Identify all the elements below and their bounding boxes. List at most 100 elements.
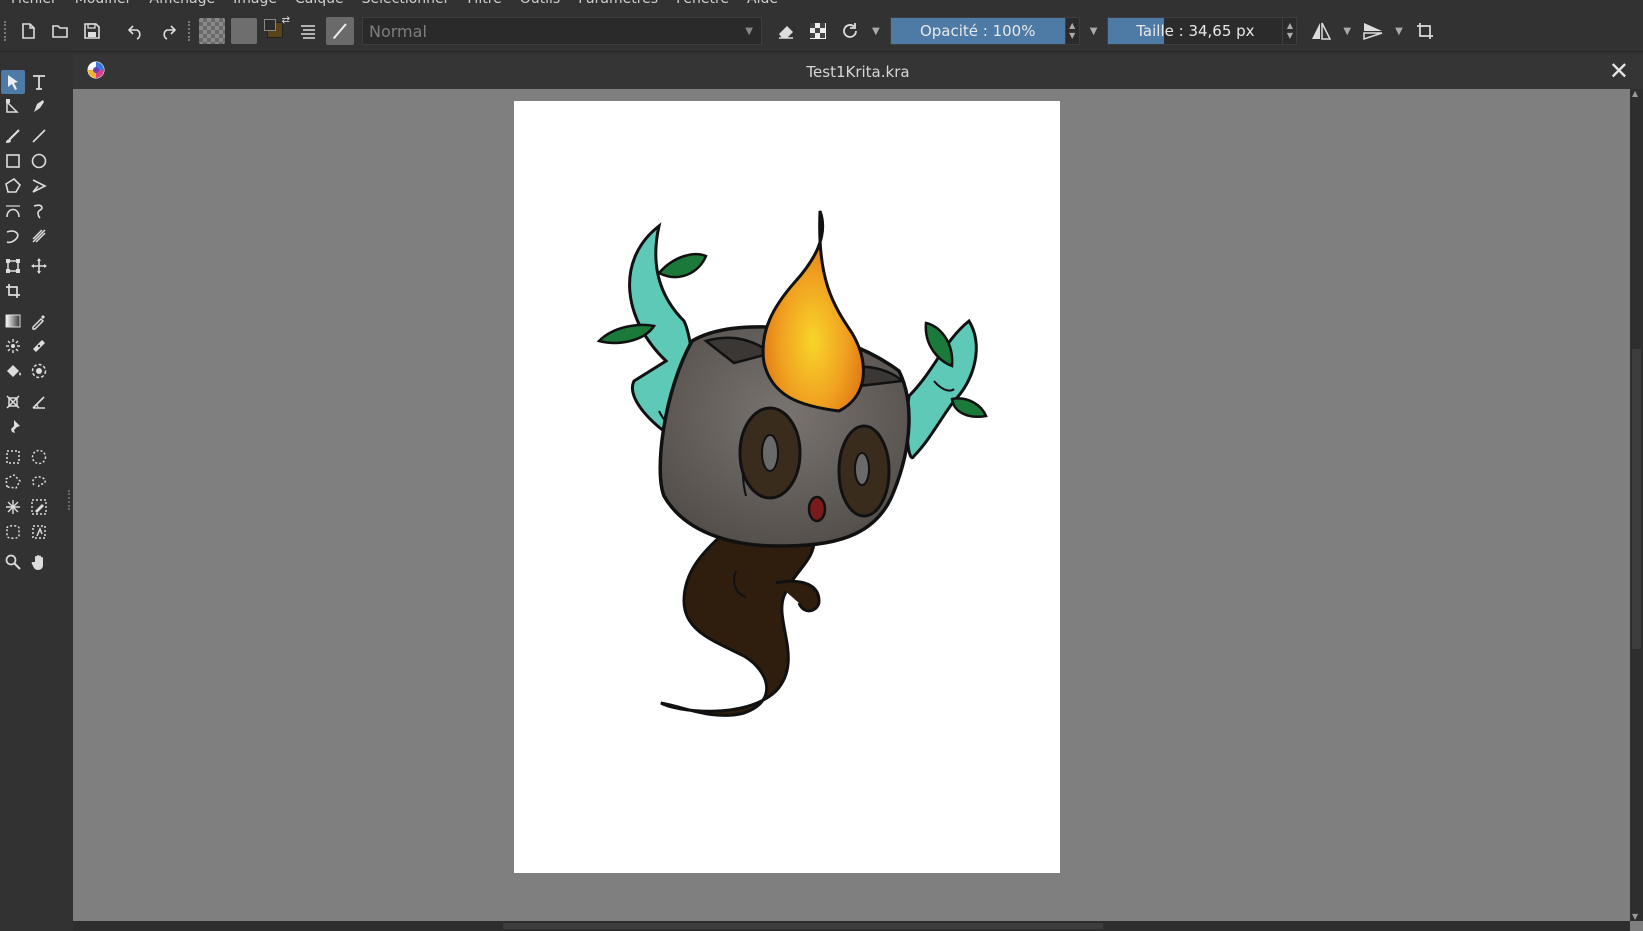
menu-help[interactable]: Aide <box>747 0 778 9</box>
tool-zoom[interactable] <box>1 550 25 574</box>
layer-stack-button[interactable] <box>294 17 322 45</box>
tool-bezier-curve[interactable] <box>1 199 25 223</box>
reload-preset-button[interactable] <box>836 17 864 45</box>
menu-tools[interactable]: Outils <box>520 0 560 9</box>
tool-text[interactable] <box>27 70 51 94</box>
polyline-icon <box>32 179 47 193</box>
vertical-scrollbar-thumb[interactable] <box>1632 349 1641 649</box>
mirror-horizontal-button[interactable] <box>1307 17 1335 45</box>
tool-assistant[interactable] <box>1 390 25 414</box>
tool-polygonal-selection[interactable] <box>1 470 25 494</box>
size-slider[interactable]: Taille : 34,65 px <box>1107 17 1284 45</box>
tool-freehand-brush[interactable] <box>1 124 25 148</box>
tool-smart-patch[interactable] <box>27 334 51 358</box>
canvas-paper[interactable] <box>514 101 1060 873</box>
brush-preset-icon <box>333 23 347 39</box>
tool-rectangle[interactable] <box>1 149 25 173</box>
redo-button[interactable] <box>154 17 182 45</box>
elliptical-selection-icon <box>31 449 47 465</box>
toolbox-splitter[interactable] <box>68 490 71 510</box>
tool-polyline[interactable] <box>27 174 51 198</box>
tool-polygon[interactable] <box>1 174 25 198</box>
vertical-scrollbar[interactable]: ▲ ▼ <box>1630 89 1643 921</box>
tool-enclose-fill[interactable] <box>27 359 51 383</box>
canvas-area[interactable] <box>73 89 1630 921</box>
gradient-swatch-button[interactable] <box>199 18 225 44</box>
tool-transform[interactable] <box>1 254 25 278</box>
toolbar-grip-2[interactable] <box>188 21 192 41</box>
polygonal-selection-icon <box>5 474 21 489</box>
tool-gradient[interactable] <box>1 309 25 333</box>
edit-shapes-icon <box>6 99 19 113</box>
tool-elliptical-selection[interactable] <box>27 445 51 469</box>
menu-window[interactable]: Fenêtre <box>676 0 729 9</box>
new-document-icon <box>22 23 35 39</box>
tool-rectangular-selection[interactable] <box>1 445 25 469</box>
menu-select[interactable]: Sélectionner <box>362 0 450 9</box>
opacity-slider[interactable]: Opacité : 100% <box>889 17 1066 45</box>
tool-crop[interactable] <box>1 279 25 303</box>
chevron-down-icon[interactable]: ▼ <box>1090 26 1098 37</box>
opacity-spin-buttons[interactable]: ▲ ▼ <box>1065 17 1080 45</box>
toolbar-grip[interactable] <box>4 21 8 41</box>
freehand-path-icon <box>33 204 43 219</box>
tool-dynamic-brush[interactable] <box>1 224 25 248</box>
tool-contiguous-selection[interactable] <box>1 495 25 519</box>
tool-move[interactable] <box>27 254 51 278</box>
tool-bezier-selection[interactable] <box>1 520 25 544</box>
multibrush-icon <box>32 229 46 243</box>
tool-reference-pin[interactable] <box>1 415 25 439</box>
pattern-swatch-button[interactable] <box>231 18 257 44</box>
preserve-alpha-button[interactable] <box>804 17 832 45</box>
tool-freehand-path[interactable] <box>27 199 51 223</box>
tool-ellipse[interactable] <box>27 149 51 173</box>
menu-settings[interactable]: Paramètres <box>578 0 658 9</box>
size-label: Taille : 34,65 px <box>1136 22 1255 40</box>
tool-calligraphy[interactable] <box>27 94 51 118</box>
horizontal-scrollbar[interactable] <box>73 921 1630 931</box>
tool-multibrush[interactable] <box>27 224 51 248</box>
mirror-vertical-button[interactable] <box>1359 17 1387 45</box>
new-document-button[interactable] <box>14 17 42 45</box>
tool-fill[interactable] <box>1 359 25 383</box>
menu-view[interactable]: Affichage <box>149 0 215 9</box>
tool-color-sampler[interactable] <box>27 309 51 333</box>
color-selector-button[interactable]: ⇄ <box>262 15 290 45</box>
tool-colorize-mask[interactable] <box>1 334 25 358</box>
tool-edit-shapes[interactable] <box>1 94 25 118</box>
size-spin-buttons[interactable]: ▲ ▼ <box>1283 17 1298 45</box>
scroll-down-icon[interactable]: ▼ <box>1632 912 1638 921</box>
chevron-down-icon[interactable]: ▼ <box>1395 26 1403 37</box>
polygon-icon <box>5 177 21 193</box>
tool-freehand-selection[interactable] <box>27 470 51 494</box>
undo-button[interactable] <box>122 17 150 45</box>
scroll-up-icon[interactable]: ▲ <box>1632 89 1638 98</box>
tool-similar-selection[interactable] <box>27 495 51 519</box>
tool-magnetic-selection[interactable] <box>27 520 51 544</box>
menu-edit[interactable]: Modifier <box>75 0 132 9</box>
open-folder-icon <box>52 25 68 38</box>
menu-layer[interactable]: Calque <box>295 0 344 9</box>
save-button[interactable] <box>78 17 106 45</box>
toolbar-separator <box>0 51 1643 52</box>
tool-pan[interactable] <box>27 550 51 574</box>
color-swap-icon[interactable]: ⇄ <box>282 15 290 26</box>
brush-preset-button[interactable] <box>326 17 354 45</box>
horizontal-scrollbar-thumb[interactable] <box>503 923 1103 929</box>
tool-select-shape[interactable] <box>1 70 25 94</box>
krita-window: Fichier Modifier Affichage Image Calque … <box>0 0 1643 931</box>
tool-line[interactable] <box>27 124 51 148</box>
menu-filter[interactable]: Filtre <box>467 0 501 9</box>
chevron-down-icon[interactable]: ▼ <box>872 26 880 37</box>
close-document-button[interactable]: ✕ <box>1609 59 1629 83</box>
chevron-down-icon[interactable]: ▼ <box>1343 26 1351 37</box>
blend-mode-select[interactable]: Normal ▼ <box>362 17 762 45</box>
document-titlebar[interactable]: Test1Krita.kra ✕ <box>73 55 1643 89</box>
eraser-mode-button[interactable] <box>772 17 800 45</box>
menu-image[interactable]: Image <box>233 0 277 9</box>
tool-measure[interactable] <box>27 390 51 414</box>
open-document-button[interactable] <box>46 17 74 45</box>
menu-file[interactable]: Fichier <box>11 0 57 9</box>
wrap-around-button[interactable] <box>1411 17 1439 45</box>
mirror-vertical-icon <box>1363 23 1383 41</box>
